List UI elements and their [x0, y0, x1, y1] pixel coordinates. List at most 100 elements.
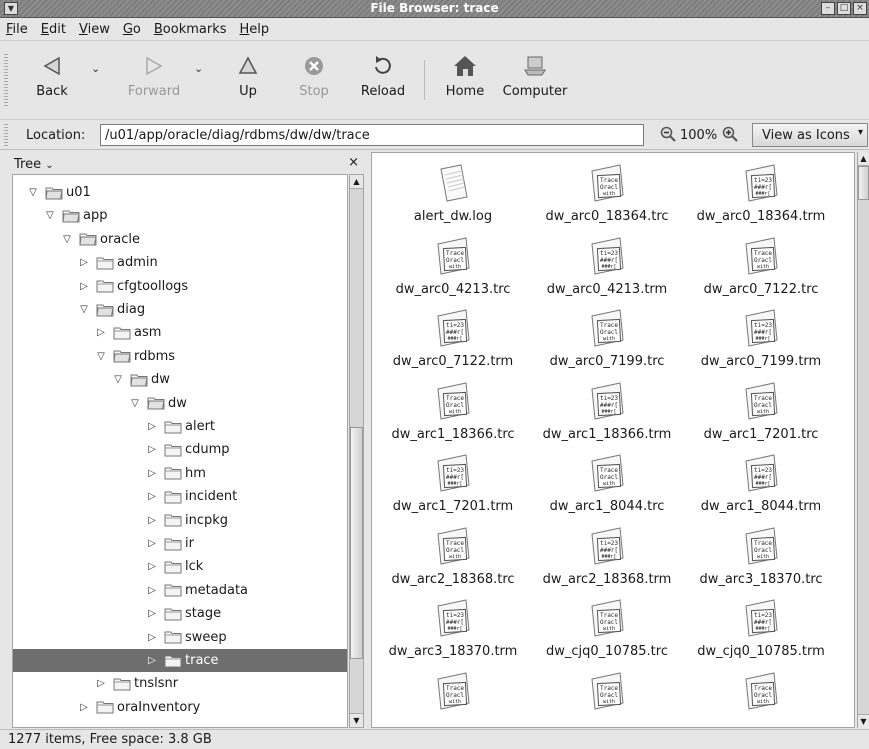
- expander-collapsed-icon[interactable]: ▷: [95, 678, 107, 689]
- file-item[interactable]: Trace Oracl with dw_arc0_4213.trc: [378, 236, 528, 297]
- tree-node-dw[interactable]: ▽ dw: [13, 392, 347, 415]
- file-item[interactable]: ti=23 ###r[###r[dw_arc1_18366.trm: [532, 381, 682, 442]
- icon-view-scrollbar[interactable]: ▲ ▼: [857, 152, 869, 728]
- location-input[interactable]: /u01/app/oracle/diag/rdbms/dw/dw/trace: [100, 124, 644, 146]
- tree-node-hm[interactable]: ▷ hm: [13, 462, 347, 485]
- scroll-down-icon[interactable]: ▼: [858, 714, 869, 728]
- tree-scrollbar[interactable]: ▲ ▼: [349, 174, 364, 728]
- menu-bookmarks[interactable]: Bookmarks: [154, 22, 227, 37]
- stop-button[interactable]: Stop: [294, 52, 334, 99]
- close-button[interactable]: ×: [853, 2, 867, 15]
- file-item[interactable]: Trace Oracl with dw_arc1_8044.trc: [532, 453, 682, 514]
- computer-button[interactable]: Computer: [502, 52, 568, 99]
- expander-collapsed-icon[interactable]: ▷: [146, 515, 158, 526]
- file-item[interactable]: ti=23 ###r[###r[dw_arc2_18368.trm: [532, 526, 682, 587]
- tree-node-admin[interactable]: ▷ admin: [13, 251, 347, 274]
- zoom-out-icon[interactable]: [660, 126, 676, 142]
- expander-expanded-icon[interactable]: ▽: [95, 351, 107, 362]
- tree-node-incpkg[interactable]: ▷ incpkg: [13, 509, 347, 532]
- expander-collapsed-icon[interactable]: ▷: [146, 608, 158, 619]
- tree-node-tnslsnr[interactable]: ▷ tnslsnr: [13, 672, 347, 695]
- file-item[interactable]: Trace Oracl with dw_arc1_18366.trc: [378, 381, 528, 442]
- home-button[interactable]: Home: [440, 52, 490, 99]
- tree-node-u01[interactable]: ▽ u01: [13, 181, 347, 204]
- expander-collapsed-icon[interactable]: ▷: [78, 702, 90, 713]
- folder-tree[interactable]: ▽ u01 ▽ app ▽ oracle ▷ admin ▷ cfgtoollogs ▽ diag ▷ a…: [12, 174, 348, 728]
- tree-node-metadata[interactable]: ▷ metadata: [13, 579, 347, 602]
- menu-edit[interactable]: Edit: [41, 22, 66, 37]
- file-item[interactable]: Trace Oracl with dw_cjq0_10785.trc: [532, 598, 682, 659]
- up-button[interactable]: Up: [228, 52, 268, 99]
- file-item[interactable]: alert_dw.log: [378, 163, 528, 224]
- menu-view[interactable]: View: [79, 22, 110, 37]
- file-item[interactable]: ti=23 ###r[###r[dw_cjq0_10785.trm: [686, 598, 836, 659]
- back-button[interactable]: Back: [30, 52, 74, 99]
- tree-node-orainventory[interactable]: ▷ oraInventory: [13, 696, 347, 719]
- expander-expanded-icon[interactable]: ▽: [112, 374, 124, 385]
- file-item-partial[interactable]: Trace Oracl with: [378, 671, 528, 713]
- expander-expanded-icon[interactable]: ▽: [129, 398, 141, 409]
- location-bar-grip[interactable]: [4, 124, 8, 146]
- tree-node-stage[interactable]: ▷ stage: [13, 602, 347, 625]
- expander-collapsed-icon[interactable]: ▷: [146, 444, 158, 455]
- tree-node-diag[interactable]: ▽ diag: [13, 298, 347, 321]
- tree-node-incident[interactable]: ▷ incident: [13, 485, 347, 508]
- file-item[interactable]: ti=23 ###r[###r[dw_arc3_18370.trm: [378, 598, 528, 659]
- view-as-select[interactable]: View as Icons ▾: [752, 123, 868, 147]
- expander-collapsed-icon[interactable]: ▷: [146, 561, 158, 572]
- tree-node-alert[interactable]: ▷ alert: [13, 415, 347, 438]
- file-item[interactable]: ti=23 ###r[###r[dw_arc0_7199.trm: [686, 308, 836, 369]
- expander-collapsed-icon[interactable]: ▷: [78, 281, 90, 292]
- file-item[interactable]: Trace Oracl with dw_arc0_18364.trc: [532, 163, 682, 224]
- zoom-in-icon[interactable]: [722, 126, 738, 142]
- expander-collapsed-icon[interactable]: ▷: [146, 491, 158, 502]
- title-bar[interactable]: ▼ File Browser: trace – □ ×: [0, 0, 869, 18]
- maximize-button[interactable]: □: [837, 2, 851, 15]
- expander-expanded-icon[interactable]: ▽: [78, 304, 90, 315]
- tree-node-dw[interactable]: ▽ dw: [13, 368, 347, 391]
- expander-collapsed-icon[interactable]: ▷: [78, 257, 90, 268]
- scroll-up-icon[interactable]: ▲: [350, 175, 363, 189]
- tree-node-trace[interactable]: ▷ trace: [13, 649, 347, 672]
- tree-node-ir[interactable]: ▷ ir: [13, 532, 347, 555]
- file-item[interactable]: ti=23 ###r[###r[dw_arc0_18364.trm: [686, 163, 836, 224]
- file-item[interactable]: Trace Oracl with dw_arc3_18370.trc: [686, 526, 836, 587]
- menu-help[interactable]: Help: [240, 22, 270, 37]
- file-item[interactable]: ti=23 ###r[###r[dw_arc0_7122.trm: [378, 308, 528, 369]
- file-item-partial[interactable]: Trace Oracl with: [532, 671, 682, 713]
- scroll-down-icon[interactable]: ▼: [350, 713, 363, 727]
- tree-node-sweep[interactable]: ▷ sweep: [13, 626, 347, 649]
- tree-node-rdbms[interactable]: ▽ rdbms: [13, 345, 347, 368]
- file-item[interactable]: Trace Oracl with dw_arc1_7201.trc: [686, 381, 836, 442]
- back-history-dropdown[interactable]: ⌄: [91, 62, 100, 75]
- file-item[interactable]: Trace Oracl with dw_arc2_18368.trc: [378, 526, 528, 587]
- expander-expanded-icon[interactable]: ▽: [44, 210, 56, 221]
- expander-expanded-icon[interactable]: ▽: [27, 187, 39, 198]
- expander-expanded-icon[interactable]: ▽: [61, 234, 73, 245]
- file-item[interactable]: ti=23 ###r[###r[dw_arc0_4213.trm: [532, 236, 682, 297]
- file-icon-view[interactable]: alert_dw.log Trace Oracl with dw_arc0_18364.…: [371, 152, 855, 728]
- expander-collapsed-icon[interactable]: ▷: [146, 655, 158, 666]
- tree-scrollbar-thumb[interactable]: [350, 427, 363, 659]
- file-item-partial[interactable]: Trace Oracl with: [686, 671, 836, 713]
- tree-node-lck[interactable]: ▷ lck: [13, 555, 347, 578]
- menu-go[interactable]: Go: [123, 22, 141, 37]
- tree-node-oracle[interactable]: ▽ oracle: [13, 228, 347, 251]
- toolbar-grip[interactable]: [4, 54, 8, 106]
- file-item[interactable]: ti=23 ###r[###r[dw_arc1_7201.trm: [378, 453, 528, 514]
- icon-view-scrollbar-thumb[interactable]: [858, 166, 869, 200]
- file-item[interactable]: Trace Oracl with dw_arc0_7199.trc: [532, 308, 682, 369]
- tree-node-cfgtoollogs[interactable]: ▷ cfgtoollogs: [13, 275, 347, 298]
- zoom-level[interactable]: 100%: [680, 128, 717, 143]
- tree-node-app[interactable]: ▽ app: [13, 204, 347, 227]
- scroll-up-icon[interactable]: ▲: [858, 152, 869, 166]
- file-item[interactable]: Trace Oracl with dw_arc0_7122.trc: [686, 236, 836, 297]
- reload-button[interactable]: Reload: [358, 52, 408, 99]
- file-item[interactable]: ti=23 ###r[###r[dw_arc1_8044.trm: [686, 453, 836, 514]
- minimize-button[interactable]: –: [821, 2, 835, 15]
- tree-node-cdump[interactable]: ▷ cdump: [13, 438, 347, 461]
- forward-history-dropdown[interactable]: ⌄: [194, 62, 203, 75]
- expander-collapsed-icon[interactable]: ▷: [146, 585, 158, 596]
- sidebar-close-button[interactable]: ×: [348, 155, 359, 170]
- expander-collapsed-icon[interactable]: ▷: [146, 468, 158, 479]
